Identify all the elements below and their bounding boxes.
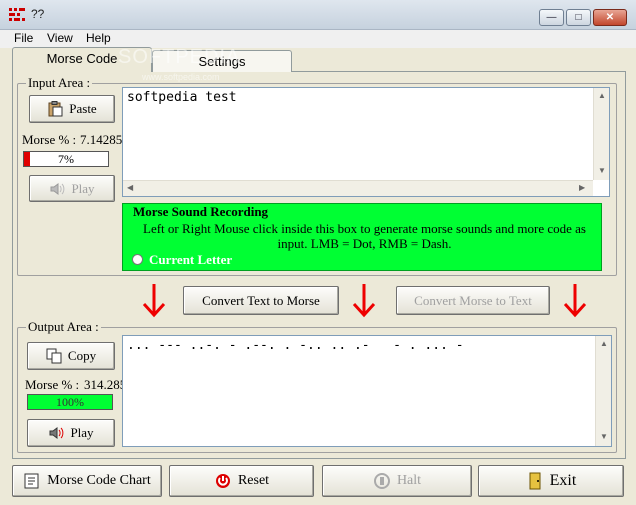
reset-button[interactable]: Reset xyxy=(169,465,314,497)
input-progress-bar: 7% xyxy=(23,151,109,167)
current-letter-label: Current Letter xyxy=(149,252,233,267)
copy-icon xyxy=(46,348,62,364)
copy-button[interactable]: Copy xyxy=(27,342,115,370)
convert-text-to-morse-label: Convert Text to Morse xyxy=(202,292,320,308)
speaker-icon xyxy=(49,427,64,439)
output-textbox[interactable]: ... --- ..-. - .--. . -.. .. .- - . ... … xyxy=(122,335,612,447)
input-textbox[interactable]: softpedia test ▲ ▼ ◀ ▶ xyxy=(122,87,610,197)
arrow-down-icon xyxy=(352,284,376,318)
watermark-url: www.softpedia.com xyxy=(142,72,220,82)
output-progress-bar: 100% xyxy=(27,394,113,410)
app-icon xyxy=(9,8,25,21)
current-letter-radio[interactable] xyxy=(132,254,143,265)
chart-icon xyxy=(24,473,39,489)
door-icon xyxy=(529,472,541,490)
chart-label: Morse Code Chart xyxy=(47,473,151,488)
scroll-right-icon[interactable]: ▶ xyxy=(579,183,585,192)
scroll-up-icon[interactable]: ▲ xyxy=(598,91,606,100)
halt-button[interactable]: Halt xyxy=(322,465,472,497)
output-text: ... --- ..-. - .--. . -.. .. .- - . ... … xyxy=(127,338,464,353)
scroll-down-icon[interactable]: ▼ xyxy=(598,166,606,175)
convert-morse-to-text-button[interactable]: Convert Morse to Text xyxy=(396,286,550,315)
clipboard-icon xyxy=(48,101,63,117)
menu-file[interactable]: File xyxy=(14,31,33,45)
close-button[interactable]: ✕ xyxy=(593,9,627,26)
input-horizontal-scrollbar[interactable]: ◀ ▶ xyxy=(123,180,593,196)
halt-icon xyxy=(373,473,390,489)
morse-code-chart-button[interactable]: Morse Code Chart xyxy=(12,465,162,497)
speaker-icon xyxy=(50,182,65,195)
output-play-button[interactable]: Play xyxy=(27,419,115,447)
sound-recording-box[interactable]: Morse Sound Recording Left or Right Mous… xyxy=(122,203,602,271)
output-area-label: Output Area : xyxy=(26,319,101,335)
exit-label: Exit xyxy=(549,472,577,489)
scroll-up-icon[interactable]: ▲ xyxy=(600,339,608,348)
reset-icon xyxy=(215,474,230,488)
paste-label: Paste xyxy=(69,101,97,116)
input-morse-percent-label: Morse % : xyxy=(22,132,77,147)
output-play-label: Play xyxy=(70,425,94,440)
minimize-button[interactable]: — xyxy=(539,9,564,26)
menu-help[interactable]: Help xyxy=(86,31,111,45)
reset-label: Reset xyxy=(237,473,270,488)
convert-morse-to-text-label: Convert Morse to Text xyxy=(414,292,532,308)
convert-text-to-morse-button[interactable]: Convert Text to Morse xyxy=(183,286,339,315)
output-morse-percent-value: 314.285 xyxy=(84,377,127,392)
input-text: softpedia test xyxy=(127,90,237,105)
arrow-down-icon xyxy=(563,284,587,318)
maximize-button[interactable]: □ xyxy=(566,9,591,26)
watermark-brand: SOFTPEDIA xyxy=(118,46,241,68)
paste-button[interactable]: Paste xyxy=(29,95,115,123)
menu-view[interactable]: View xyxy=(47,31,73,45)
exit-button[interactable]: Exit xyxy=(478,465,624,497)
sound-recording-description: Left or Right Mouse click inside this bo… xyxy=(143,221,586,251)
output-vertical-scrollbar[interactable]: ▲ ▼ xyxy=(595,336,611,446)
input-progress-text: 7% xyxy=(58,152,74,166)
output-morse-percent-label: Morse % : xyxy=(25,377,80,392)
input-play-label: Play xyxy=(71,180,95,196)
arrow-down-icon xyxy=(142,284,166,318)
input-area-label: Input Area : xyxy=(26,75,93,91)
copy-label: Copy xyxy=(67,348,97,363)
input-vertical-scrollbar[interactable]: ▲ ▼ xyxy=(593,88,609,180)
sound-recording-title: Morse Sound Recording xyxy=(133,204,269,219)
input-play-button[interactable]: Play xyxy=(29,175,115,202)
output-progress-text: 100% xyxy=(56,395,84,409)
scroll-left-icon[interactable]: ◀ xyxy=(127,183,133,192)
window-title: ?? xyxy=(31,7,45,21)
halt-label: Halt xyxy=(396,473,422,488)
scroll-down-icon[interactable]: ▼ xyxy=(600,432,608,441)
